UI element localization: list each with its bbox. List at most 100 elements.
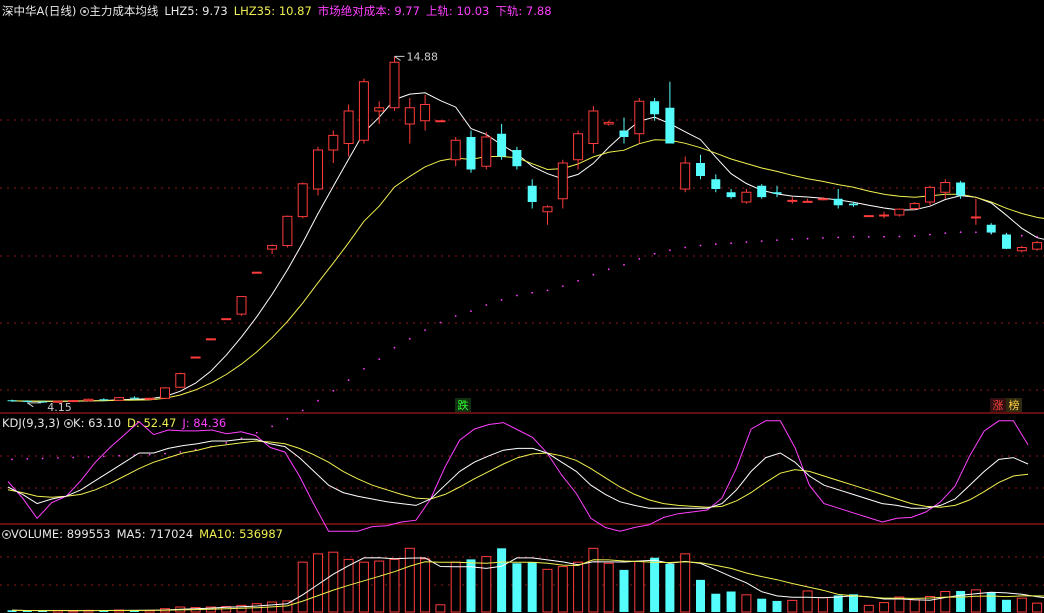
- high-marker-arrow: [394, 55, 405, 61]
- candle-up: [787, 199, 798, 202]
- volume-bar-down: [711, 593, 721, 612]
- candle-down: [833, 198, 843, 206]
- candle-down: [772, 192, 782, 194]
- cost-dot: [301, 409, 304, 412]
- candle-up: [389, 61, 400, 109]
- candle-up: [236, 296, 247, 315]
- cost-dot: [837, 236, 840, 239]
- cost-dot: [408, 337, 411, 340]
- candle-up: [940, 182, 951, 193]
- cost-dot: [531, 291, 534, 294]
- candle-down: [849, 203, 858, 206]
- candle-down: [22, 400, 32, 402]
- candle-up: [588, 110, 599, 144]
- list-badge: 榜: [1009, 398, 1020, 412]
- kdj-title[interactable]: KDJ(9,3,3): [2, 416, 60, 430]
- d-label: D:: [127, 416, 144, 430]
- candle-up: [970, 216, 981, 219]
- cost-dot: [485, 304, 488, 306]
- cost-dot: [760, 240, 763, 243]
- stock-name[interactable]: 深中华A(日线): [2, 4, 76, 18]
- volume-bar-up: [542, 568, 553, 613]
- volume-bar-up: [297, 561, 308, 613]
- candle-down: [711, 179, 721, 189]
- candle-up: [557, 162, 568, 200]
- cost-dot: [470, 310, 472, 312]
- cost-dot: [454, 315, 457, 317]
- volume-title[interactable]: VOLUME:: [11, 527, 67, 541]
- candle-up: [404, 107, 415, 125]
- low-marker-arrow: [27, 402, 42, 408]
- cost-dot: [791, 238, 794, 241]
- kdj-k-line: [7, 438, 1029, 509]
- candle-down: [956, 182, 966, 196]
- candle-down: [129, 397, 139, 399]
- cost-dot: [975, 231, 977, 234]
- cost-dot: [286, 418, 289, 420]
- high-price-label: 14.88: [407, 50, 439, 63]
- volume-bar-up: [863, 604, 874, 613]
- candle-up: [1032, 242, 1043, 250]
- candle-up: [1016, 247, 1027, 252]
- cost-dot: [271, 425, 273, 428]
- cost-dot: [623, 263, 625, 266]
- volume-bar-down: [512, 563, 522, 612]
- candle-up: [374, 107, 385, 112]
- volume-bar-up: [680, 553, 691, 613]
- k-value: 63.10: [88, 416, 122, 430]
- candle-up: [282, 215, 293, 247]
- candle-up: [481, 136, 492, 167]
- volume-bar-up: [358, 561, 369, 613]
- low-price-label: 4.15: [47, 401, 72, 414]
- candle-up: [925, 186, 935, 203]
- candle-up: [894, 208, 905, 216]
- cost-dot: [867, 236, 870, 238]
- stock-chart: 14.88 4.15 跌 涨榜: [0, 50, 1044, 613]
- candle-up: [802, 200, 813, 203]
- candle-up: [221, 318, 232, 321]
- ma5-value: 717024: [149, 527, 194, 541]
- candle-down: [466, 137, 476, 170]
- candle-up: [190, 356, 201, 359]
- volume-bar-up: [909, 599, 920, 613]
- candle-up: [542, 206, 553, 213]
- cost-dot: [745, 241, 748, 244]
- candle-up: [573, 133, 584, 161]
- chart-annotations: 14.88 4.15 跌 涨榜: [27, 50, 1022, 414]
- main-header: 深中华A(日线) 主力成本均线 LHZ5: 9.73 LHZ35: 10.87 市场绝对…: [2, 3, 552, 19]
- cost-dot: [148, 453, 151, 456]
- candle-up: [863, 215, 874, 218]
- abs-cost-label: 市场绝对成本:: [317, 4, 395, 18]
- volume-bar-up: [1032, 602, 1043, 613]
- volume-bar-up: [557, 566, 568, 613]
- volume-bar-up: [787, 599, 798, 613]
- volume-bar-up: [940, 591, 951, 613]
- candle-up: [267, 245, 278, 250]
- lhz35-label: LHZ35:: [233, 4, 279, 18]
- cost-dot: [913, 235, 916, 237]
- candle-down: [497, 133, 507, 157]
- candle-down: [757, 185, 767, 198]
- cost-dot: [439, 321, 442, 324]
- ma10-label: MA10:: [199, 527, 240, 541]
- chart-grid: [0, 119, 1044, 586]
- candle-up: [160, 387, 170, 399]
- volume-settings-gear-icon[interactable]: [2, 530, 11, 539]
- lhz35-value: 10.87: [278, 4, 312, 18]
- cost-dot: [714, 243, 717, 246]
- candle-down: [99, 399, 109, 401]
- cost-dot: [944, 232, 947, 235]
- candle-down: [726, 192, 736, 198]
- cost-dot: [11, 458, 13, 461]
- settings-gear-icon[interactable]: [80, 7, 90, 16]
- volume-bar-up: [588, 547, 599, 613]
- cost-dot: [959, 231, 962, 234]
- ma5-label: MA5:: [116, 527, 150, 541]
- candle-up: [435, 120, 446, 123]
- indicator-name[interactable]: 主力成本均线: [89, 4, 158, 18]
- candlestick-series: [7, 56, 1043, 403]
- cost-dot: [363, 368, 365, 370]
- kdj-settings-gear-icon[interactable]: [64, 419, 74, 428]
- candle-up: [817, 198, 828, 201]
- cost-dot: [41, 457, 44, 460]
